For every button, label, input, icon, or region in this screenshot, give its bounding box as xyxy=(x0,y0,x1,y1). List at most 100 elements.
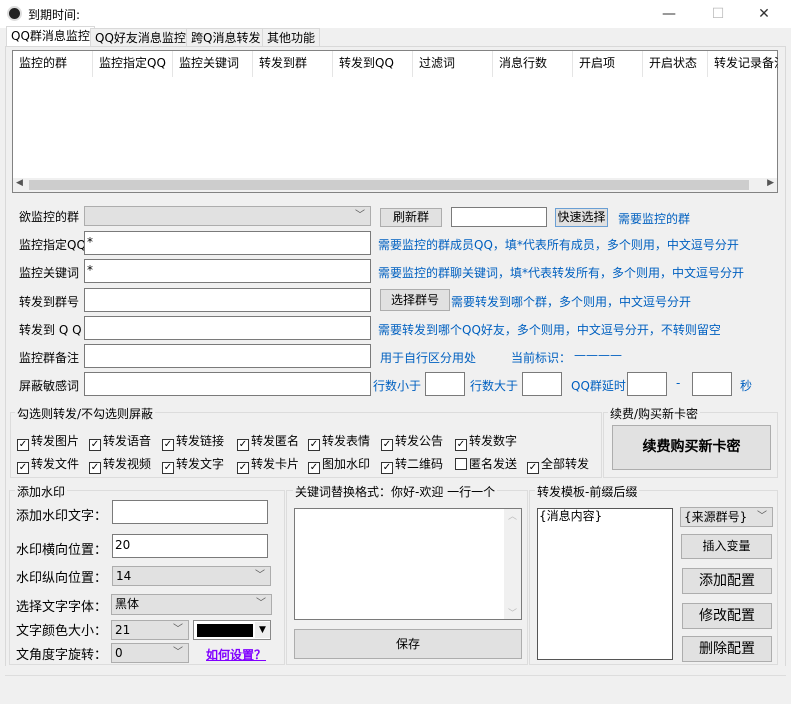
group-note-input[interactable] xyxy=(84,344,371,368)
lines-less-input[interactable] xyxy=(425,372,465,396)
checkbox-label: 转发链接 xyxy=(176,434,224,448)
checkbox-checked-icon[interactable]: ✓ xyxy=(89,462,101,474)
column-header[interactable]: 监控指定QQ xyxy=(93,51,173,77)
chevron-down-icon: ﹀ xyxy=(757,508,767,526)
column-header[interactable]: 转发到QQ xyxy=(333,51,413,77)
checkbox-option[interactable]: ✓转发图片 xyxy=(17,432,79,451)
column-header[interactable]: 转发到群 xyxy=(253,51,333,77)
tab-qq-friend-monitor[interactable]: QQ好友消息监控 xyxy=(90,28,191,47)
forward-group-input[interactable] xyxy=(84,288,371,312)
quick-select-button[interactable]: 快速选择 xyxy=(555,208,608,227)
column-header[interactable]: 监控的群 xyxy=(13,51,93,77)
checkbox-option[interactable]: ✓转发链接 xyxy=(162,432,224,451)
checkbox-option[interactable]: ✓转发数字 xyxy=(455,432,517,451)
renew-button[interactable]: 续费购买新卡密 xyxy=(612,425,771,470)
group-label: 欲监控的群 xyxy=(19,208,79,225)
column-header[interactable]: 转发记录备注 xyxy=(708,51,778,77)
checkbox-label: 转发匿名 xyxy=(251,434,299,448)
delete-config-button[interactable]: 删除配置 xyxy=(682,636,772,662)
checkbox-option[interactable]: ✓转发匿名 xyxy=(237,432,299,451)
column-header[interactable]: 开启状态 xyxy=(643,51,708,77)
checkbox-checked-icon[interactable]: ✓ xyxy=(237,462,249,474)
tab-cross-qq-forward[interactable]: 跨Q消息转发 xyxy=(186,28,265,47)
template-textarea[interactable]: {消息内容} xyxy=(537,508,673,660)
textarea-scrollbar[interactable]: ︿ ﹀ xyxy=(504,509,521,619)
how-to-set-link[interactable]: 如何设置？ xyxy=(206,646,266,663)
checkbox-checked-icon[interactable]: ✓ xyxy=(308,462,320,474)
add-config-button[interactable]: 添加配置 xyxy=(682,568,772,594)
delay-max-input[interactable] xyxy=(692,372,732,396)
checkbox-option[interactable]: ✓转发视频 xyxy=(89,455,151,474)
watermark-v-select[interactable]: 14﹀ xyxy=(112,566,271,586)
tab-other-functions[interactable]: 其他功能 xyxy=(262,28,320,47)
tab-qq-group-monitor[interactable]: QQ群消息监控 xyxy=(6,26,95,47)
color-picker[interactable]: ▼ xyxy=(193,620,271,640)
keyword-replace-textarea[interactable] xyxy=(294,508,522,620)
keyword-input[interactable]: * xyxy=(84,259,371,283)
checkbox-unchecked-icon[interactable] xyxy=(455,458,467,470)
scroll-right-icon[interactable]: ▶ xyxy=(767,178,774,188)
checkbox-checked-icon[interactable]: ✓ xyxy=(308,439,320,451)
checkbox-checked-icon[interactable]: ✓ xyxy=(381,439,393,451)
checkbox-option[interactable]: ✓转发文字 xyxy=(162,455,224,474)
checkbox-label: 匿名发送 xyxy=(469,457,517,471)
block-words-input[interactable] xyxy=(84,372,371,396)
column-header[interactable]: 消息行数 xyxy=(493,51,573,77)
save-button[interactable]: 保存 xyxy=(294,629,522,659)
scroll-down-icon[interactable]: ﹀ xyxy=(504,606,521,619)
size-select[interactable]: 21﹀ xyxy=(111,620,189,640)
quick-select-input[interactable] xyxy=(451,207,547,227)
maximize-button[interactable]: ☐ xyxy=(695,0,741,28)
checkbox-option[interactable]: 匿名发送 xyxy=(455,455,517,472)
delay-min-input[interactable] xyxy=(627,372,667,396)
checkbox-checked-icon[interactable]: ✓ xyxy=(17,462,29,474)
minimize-button[interactable]: — xyxy=(646,0,692,28)
select-group-button[interactable]: 选择群号 xyxy=(380,289,450,311)
refresh-groups-button[interactable]: 刷新群 xyxy=(380,208,442,227)
checkbox-checked-icon[interactable]: ✓ xyxy=(17,439,29,451)
qq-input[interactable]: * xyxy=(84,231,371,255)
checkbox-option[interactable]: ✓转发语音 xyxy=(89,432,151,451)
checkbox-option[interactable]: ✓图加水印 xyxy=(308,455,370,474)
scroll-left-icon[interactable]: ◀ xyxy=(16,178,23,188)
checkbox-option[interactable]: ✓转发文件 xyxy=(17,455,79,474)
horizontal-scrollbar[interactable]: ◀ ▶ xyxy=(13,178,777,192)
font-select[interactable]: 黑体﹀ xyxy=(111,594,272,615)
watermark-text-input[interactable] xyxy=(112,500,268,524)
checkbox-label: 全部转发 xyxy=(541,457,589,471)
checkbox-option[interactable]: ✓转二维码 xyxy=(381,455,443,474)
checkbox-option[interactable]: ✓全部转发 xyxy=(527,455,589,474)
column-header[interactable]: 过滤词 xyxy=(413,51,493,77)
scroll-up-icon[interactable]: ︿ xyxy=(504,509,521,522)
insert-variable-button[interactable]: 插入变量 xyxy=(681,534,772,559)
column-header[interactable]: 开启项 xyxy=(573,51,643,77)
checkbox-option[interactable]: ✓转发表情 xyxy=(308,432,370,451)
scroll-thumb[interactable] xyxy=(29,180,749,190)
checkbox-checked-icon[interactable]: ✓ xyxy=(455,439,467,451)
checkbox-label: 转发图片 xyxy=(31,434,79,448)
variable-select[interactable]: {来源群号}﹀ xyxy=(680,507,773,527)
rotation-select[interactable]: 0﹀ xyxy=(111,643,189,663)
checkbox-checked-icon[interactable]: ✓ xyxy=(527,462,539,474)
lines-greater-input[interactable] xyxy=(522,372,562,396)
group-select[interactable]: ﹀ xyxy=(84,206,371,226)
chevron-down-icon: ﹀ xyxy=(173,644,183,662)
checkbox-checked-icon[interactable]: ✓ xyxy=(89,439,101,451)
renew-title: 续费/购买新卡密 xyxy=(608,405,700,422)
checkbox-checked-icon[interactable]: ✓ xyxy=(162,462,174,474)
rules-table[interactable]: 监控的群 监控指定QQ 监控关键词 转发到群 转发到QQ 过滤词 消息行数 开启… xyxy=(12,50,778,193)
checkbox-option[interactable]: ✓转发公告 xyxy=(381,432,443,451)
checkbox-checked-icon[interactable]: ✓ xyxy=(381,462,393,474)
template-title: 转发模板-前缀后缀 xyxy=(535,483,639,500)
edit-config-button[interactable]: 修改配置 xyxy=(682,603,772,629)
forward-qq-input[interactable] xyxy=(84,316,371,340)
close-button[interactable]: ✕ xyxy=(741,0,787,28)
column-header[interactable]: 监控关键词 xyxy=(173,51,253,77)
keyword-label: 监控关键词 xyxy=(19,264,79,281)
checkbox-checked-icon[interactable]: ✓ xyxy=(237,439,249,451)
checkbox-checked-icon[interactable]: ✓ xyxy=(162,439,174,451)
watermark-h-input[interactable]: 20 xyxy=(112,534,268,558)
qq-label: 监控指定QQ xyxy=(19,236,86,253)
group-note-hint: 用于自行区分用处 xyxy=(380,349,476,366)
checkbox-option[interactable]: ✓转发卡片 xyxy=(237,455,299,474)
